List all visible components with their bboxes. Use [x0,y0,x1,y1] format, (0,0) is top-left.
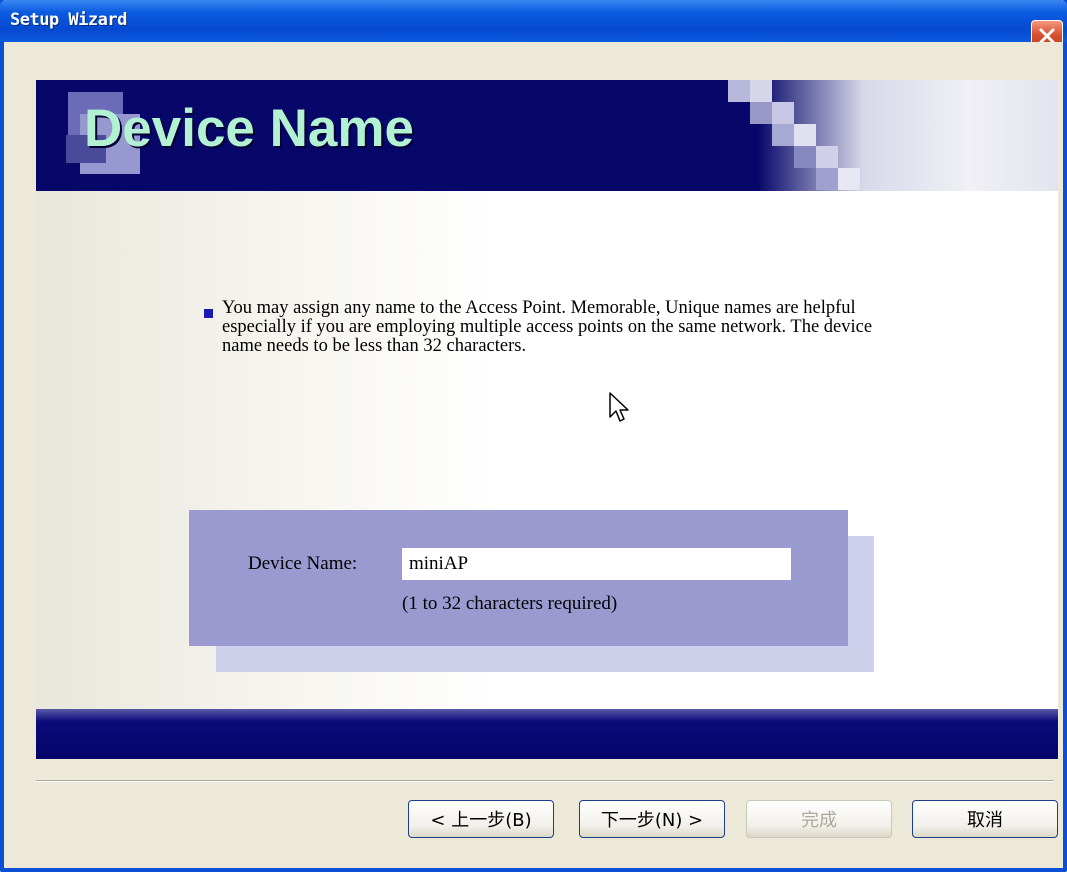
title-bar[interactable]: Setup Wizard [0,0,1067,52]
mouse-pointer-icon [609,392,629,422]
next-button[interactable]: 下一步(N) > [579,800,725,838]
header-banner: Device Name [36,80,1058,191]
banner-pixel [750,80,772,102]
footer-band [36,709,1058,759]
button-separator [36,780,1054,782]
page-title: Device Name [84,99,414,158]
device-name-hint: (1 to 32 characters required) [402,593,618,614]
wizard-content: Device Name You may assign any name to t… [4,42,1063,868]
setup-wizard-window: Setup Wizard Device Name You may assign … [0,0,1067,872]
banner-pixel [794,146,816,168]
back-button[interactable]: < 上一步(B) [408,800,554,838]
device-name-panel: Device Name: (1 to 32 characters require… [189,510,848,646]
banner-pixel [794,124,816,146]
banner-pixel [772,124,794,146]
banner-pixel [838,168,860,190]
banner-pixel [728,80,750,102]
window-title: Setup Wizard [10,10,127,30]
finish-button[interactable]: 完成 [746,800,892,838]
device-name-input[interactable] [402,548,791,580]
banner-pixel [816,146,838,168]
wizard-body: You may assign any name to the Access Po… [36,191,1058,709]
square-bullet-icon [204,309,213,318]
banner-pixel [772,102,794,124]
banner-pixel [816,168,838,190]
description-text: You may assign any name to the Access Po… [222,298,873,356]
banner-pixel [750,102,772,124]
cancel-button[interactable]: 取消 [912,800,1058,838]
device-name-label: Device Name: [248,553,358,574]
